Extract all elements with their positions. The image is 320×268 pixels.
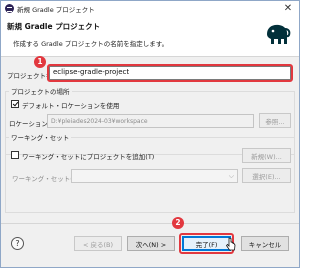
chevron-down-icon: ⌵ (228, 172, 234, 180)
wizard-banner: 新規 Gradle プロジェクト 作成する Gradle プロジェクトの名前を指… (1, 16, 299, 57)
footer-separator (1, 223, 299, 224)
add-to-working-set-checkbox[interactable] (11, 151, 19, 159)
project-name-label: プロジェクト名 (7, 72, 53, 80)
add-to-working-set-label: ワーキング・セットにプロジェクトを追加(T) (22, 153, 155, 161)
working-sets-select[interactable]: ⌵ (71, 169, 238, 183)
gradle-project-dialog: 新規 Gradle プロジェクト ✕ 新規 Gradle プロジェクト 作成する… (0, 0, 300, 268)
eclipse-icon (5, 4, 14, 13)
gradle-elephant-icon (267, 24, 291, 44)
window-title: 新規 Gradle プロジェクト (17, 6, 95, 14)
cancel-button[interactable]: キャンセル (241, 236, 289, 251)
working-set-section-label: ワーキング・セット (9, 132, 72, 142)
select-working-set-button[interactable]: 選択(E)... (242, 168, 291, 183)
next-button[interactable]: 次へ(N) > (127, 236, 175, 251)
use-default-location-checkbox[interactable] (11, 100, 19, 108)
mouse-pointer-icon (225, 237, 236, 251)
use-default-location-label: デフォルト・ロケーションを使用 (22, 102, 120, 110)
close-button[interactable]: ✕ (281, 1, 295, 16)
location-section-label: プロジェクトの場所 (9, 86, 72, 96)
title-bar: 新規 Gradle プロジェクト ✕ (1, 1, 299, 16)
step1-badge: 1 (34, 56, 46, 68)
location-input[interactable]: D:¥pleiades2024-03¥workspace (47, 114, 254, 128)
browse-button[interactable]: 参照... (259, 113, 291, 128)
location-label: ロケーション (9, 120, 48, 128)
step2-badge: 2 (172, 217, 184, 229)
step1-highlight (47, 64, 293, 82)
banner-title: 新規 Gradle プロジェクト (7, 22, 101, 31)
help-icon[interactable]: ? (11, 237, 24, 250)
new-working-set-button[interactable]: 新規(W)... (242, 148, 291, 163)
back-button[interactable]: < 戻る(B) (74, 236, 122, 251)
banner-description: 作成する Gradle プロジェクトの名前を指定します。 (13, 40, 169, 48)
